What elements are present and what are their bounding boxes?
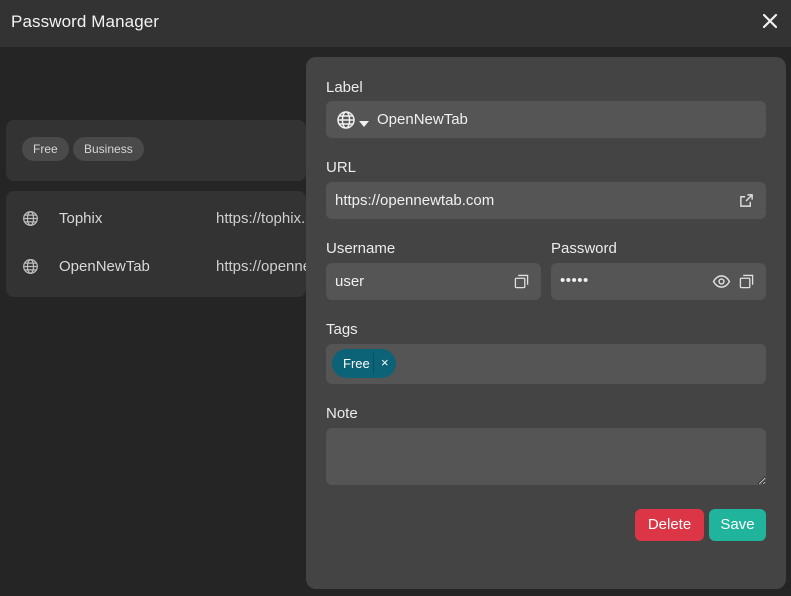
password-field-label: Password	[551, 240, 617, 257]
username-field-label: Username	[326, 240, 396, 257]
entry-list: Tophix https://tophix.com OpenNewTab htt…	[6, 191, 306, 297]
label-input[interactable]: OpenNewTab	[326, 101, 766, 138]
tags-field-label: Tags	[326, 321, 358, 338]
list-item[interactable]: OpenNewTab https://opennewtab.com	[6, 243, 306, 291]
entry-name: OpenNewTab	[59, 258, 150, 275]
tag-filter-bar: Free Business	[6, 120, 306, 181]
note-textarea[interactable]	[326, 428, 766, 485]
username-value: user	[335, 273, 365, 290]
save-button[interactable]: Save	[709, 509, 766, 541]
close-icon[interactable]	[761, 12, 779, 30]
tag-chip-free: Free ×	[332, 349, 396, 378]
app-title: Password Manager	[11, 12, 160, 31]
label-field-label: Label	[326, 79, 363, 96]
copy-icon[interactable]	[514, 274, 529, 289]
tag-chip-label: Free	[343, 356, 370, 371]
remove-tag-button[interactable]: ×	[381, 355, 389, 370]
entry-editor-panel: Label OpenNewTab URL https://opennewtab.…	[306, 57, 786, 589]
filter-tag-business[interactable]: Business	[73, 137, 144, 161]
url-field-label: URL	[326, 159, 357, 176]
url-input[interactable]: https://opennewtab.com	[326, 182, 766, 219]
filter-tag-free[interactable]: Free	[22, 137, 69, 161]
note-field-label: Note	[326, 405, 358, 422]
delete-button[interactable]: Delete	[635, 509, 704, 541]
entries-pane: Free Business Tophix https://tophix.com	[0, 47, 306, 596]
title-bar: Password Manager	[0, 0, 791, 47]
password-value: •••••	[560, 272, 589, 289]
url-value: https://opennewtab.com	[335, 192, 495, 209]
password-manager-window: Password Manager Free Business Tophix ht…	[0, 0, 791, 596]
label-value: OpenNewTab	[377, 111, 468, 128]
globe-icon	[22, 258, 39, 275]
copy-icon[interactable]	[739, 274, 754, 289]
chevron-down-icon[interactable]	[359, 115, 369, 127]
entry-name: Tophix	[59, 210, 103, 227]
external-link-icon[interactable]	[739, 193, 754, 208]
username-input[interactable]: user	[326, 263, 541, 300]
entry-url: https://opennewtab.com	[216, 258, 306, 275]
globe-icon	[22, 210, 39, 227]
eye-icon[interactable]	[712, 274, 731, 289]
tags-input[interactable]: Free ×	[326, 344, 766, 384]
password-input[interactable]: •••••	[551, 263, 766, 300]
globe-icon[interactable]	[336, 110, 356, 130]
list-item[interactable]: Tophix https://tophix.com	[6, 195, 306, 243]
entry-url: https://tophix.com	[216, 210, 306, 227]
tag-chip-divider	[373, 353, 374, 374]
